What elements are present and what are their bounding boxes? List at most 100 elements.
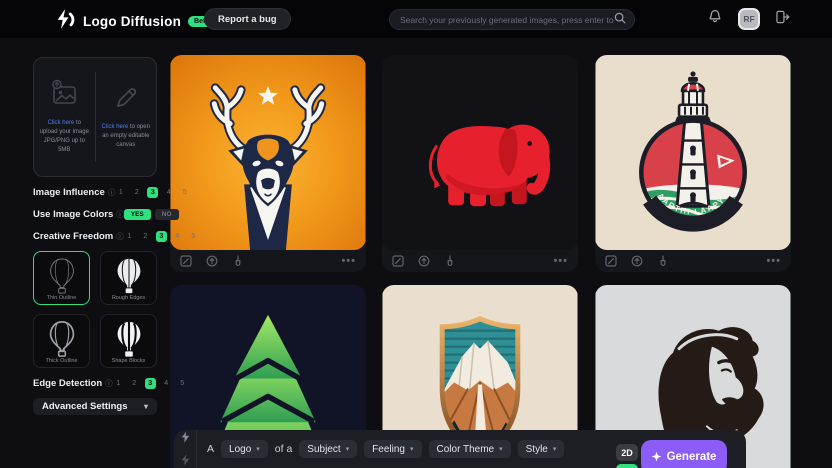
feeling-dropdown[interactable]: Feeling ▾ bbox=[364, 440, 421, 458]
bell-icon[interactable] bbox=[708, 9, 722, 29]
edit-in-canvas-icon[interactable] bbox=[392, 255, 404, 267]
upload-click-here-link[interactable]: Click here bbox=[48, 120, 75, 126]
scale-option[interactable]: 1 bbox=[115, 187, 126, 198]
logo-type-dropdown[interactable]: Logo ▾ bbox=[221, 440, 268, 458]
scale-option[interactable]: 2 bbox=[140, 231, 151, 242]
generate-button[interactable]: ✦ Generate bbox=[641, 440, 727, 468]
style-tile-shape-blocks[interactable]: Shape Blocks bbox=[100, 314, 157, 368]
logo-diffusion-app: Logo Diffusion Beta v1.0 Report a bug RF bbox=[0, 0, 832, 468]
scale-option[interactable]: 4 bbox=[163, 187, 174, 198]
brush-icon[interactable] bbox=[444, 255, 456, 267]
chevron-down-icon: ▾ bbox=[256, 445, 260, 453]
scale-option[interactable]: 4 bbox=[172, 231, 183, 242]
canvas-help-text: Click here to open an empty editable can… bbox=[100, 123, 153, 150]
balloon-thick-outline-icon bbox=[47, 320, 77, 363]
balloon-thin-outline-icon bbox=[47, 257, 77, 300]
scale-option-selected[interactable]: 3 bbox=[156, 231, 167, 242]
pencil-icon bbox=[113, 85, 139, 116]
logout-icon[interactable] bbox=[776, 10, 790, 29]
no-option[interactable]: NO bbox=[155, 209, 179, 220]
use-image-colors-label: Use Image Colors ⓘ bbox=[33, 209, 124, 220]
scale-option[interactable]: 5 bbox=[179, 187, 190, 198]
more-options-icon[interactable]: ••• bbox=[341, 255, 356, 267]
scale-option[interactable]: 5 bbox=[177, 378, 188, 389]
prompt-chips-row: A Logo ▾ of a Subject ▾ Feeling ▾ Color … bbox=[197, 430, 564, 468]
advanced-settings-button[interactable]: Advanced Settings ▾ bbox=[33, 398, 157, 415]
edit-in-canvas-icon[interactable] bbox=[180, 255, 192, 267]
avatar[interactable]: RF bbox=[738, 8, 760, 30]
info-icon[interactable]: ⓘ bbox=[116, 209, 124, 220]
more-options-icon[interactable]: ••• bbox=[553, 255, 568, 267]
upscale-icon[interactable] bbox=[418, 255, 430, 267]
card-actions: ••• bbox=[595, 250, 791, 272]
info-icon[interactable]: ⓘ bbox=[105, 378, 113, 389]
card-actions: ••• bbox=[170, 250, 366, 272]
red-elephant-logo-image bbox=[382, 55, 578, 250]
scale-option[interactable]: 1 bbox=[113, 378, 124, 389]
subject-dropdown[interactable]: Subject ▾ bbox=[299, 440, 357, 458]
card-deer-mascot[interactable]: ••• bbox=[170, 55, 366, 272]
prompt-connector: of a bbox=[275, 443, 293, 455]
upload-image-icon bbox=[49, 79, 79, 112]
balloon-rough-edges-icon bbox=[114, 257, 144, 300]
search-bar[interactable] bbox=[389, 9, 635, 30]
style-tile-thick-outline[interactable]: Thick Outline bbox=[33, 314, 90, 368]
edit-in-canvas-icon[interactable] bbox=[605, 255, 617, 267]
mode-3d-badge[interactable]: 3D bbox=[616, 464, 638, 468]
yes-option[interactable]: YES bbox=[124, 209, 151, 220]
chevron-down-icon: ▾ bbox=[553, 445, 557, 453]
upload-image-dropzone[interactable]: Click here to upload your image JPG/PNG … bbox=[34, 58, 95, 176]
lightning-icon[interactable] bbox=[181, 430, 190, 448]
creative-freedom-scale: 1 2 3 4 5 bbox=[124, 231, 199, 242]
edge-detection-control: Edge Detection ⓘ 1 2 3 4 5 bbox=[33, 377, 157, 390]
search-icon[interactable] bbox=[614, 11, 626, 29]
info-icon[interactable]: ⓘ bbox=[116, 231, 124, 242]
top-right-actions: RF bbox=[708, 8, 790, 30]
search-input[interactable] bbox=[400, 15, 614, 25]
prompt-bolt-column bbox=[174, 430, 197, 468]
style-tile-rough-edges[interactable]: Rough Edges bbox=[100, 251, 157, 305]
style-tile-thin-outline[interactable]: Thin Outline bbox=[33, 251, 90, 305]
lightning-icon[interactable] bbox=[181, 453, 190, 468]
image-influence-scale: 1 2 3 4 5 bbox=[115, 187, 190, 198]
mode-2d-badge[interactable]: 2D bbox=[616, 444, 638, 461]
style-tile-label: Thin Outline bbox=[34, 295, 89, 301]
app-name: Logo Diffusion bbox=[83, 14, 181, 29]
info-icon[interactable]: ⓘ bbox=[108, 187, 116, 198]
sidebar: Click here to upload your image JPG/PNG … bbox=[33, 57, 157, 415]
upscale-icon[interactable] bbox=[631, 255, 643, 267]
more-options-icon[interactable]: ••• bbox=[766, 255, 781, 267]
use-image-colors-toggle: YES NO bbox=[124, 209, 179, 220]
balloon-shape-blocks-icon bbox=[114, 320, 144, 363]
style-tiles: Thin Outline Rough Edges Thick Outline S… bbox=[33, 251, 157, 368]
chevron-down-icon: ▾ bbox=[144, 402, 148, 411]
edge-detection-scale: 1 2 3 4 5 bbox=[113, 378, 188, 389]
card-actions: ••• bbox=[382, 250, 578, 272]
upscale-icon[interactable] bbox=[206, 255, 218, 267]
card-red-elephant[interactable]: ••• bbox=[382, 55, 578, 272]
creative-freedom-control: Creative Freedom ⓘ 1 2 3 4 5 bbox=[33, 230, 157, 243]
top-bar: Logo Diffusion Beta v1.0 Report a bug RF bbox=[0, 0, 832, 38]
brush-icon[interactable] bbox=[657, 255, 669, 267]
style-dropdown[interactable]: Style ▾ bbox=[518, 440, 565, 458]
report-a-bug-button[interactable]: Report a bug bbox=[204, 8, 291, 30]
chevron-down-icon: ▾ bbox=[499, 445, 503, 453]
use-image-colors-control: Use Image Colors ⓘ YES NO bbox=[33, 208, 157, 221]
brush-icon[interactable] bbox=[232, 255, 244, 267]
upload-help-text: Click here to upload your image JPG/PNG … bbox=[38, 119, 91, 155]
open-canvas-zone[interactable]: Click here to open an empty editable can… bbox=[96, 58, 157, 176]
lighthouse-logo-image: FAARTHI LAAPYHI bbox=[595, 55, 791, 250]
bolt-logo-icon bbox=[56, 8, 76, 35]
scale-option[interactable]: 2 bbox=[129, 378, 140, 389]
canvas-click-here-link[interactable]: Click here bbox=[102, 124, 129, 130]
scale-option-selected[interactable]: 3 bbox=[145, 378, 156, 389]
scale-option-selected[interactable]: 3 bbox=[147, 187, 158, 198]
card-lighthouse-badge[interactable]: FAARTHI LAAPYHI ••• bbox=[595, 55, 791, 272]
scale-option[interactable]: 4 bbox=[161, 378, 172, 389]
prompt-prefix: A bbox=[207, 443, 214, 455]
scale-option[interactable]: 1 bbox=[124, 231, 135, 242]
scale-option[interactable]: 5 bbox=[188, 231, 199, 242]
scale-option[interactable]: 2 bbox=[131, 187, 142, 198]
image-input-panel: Click here to upload your image JPG/PNG … bbox=[33, 57, 157, 177]
color-theme-dropdown[interactable]: Color Theme ▾ bbox=[429, 440, 511, 458]
